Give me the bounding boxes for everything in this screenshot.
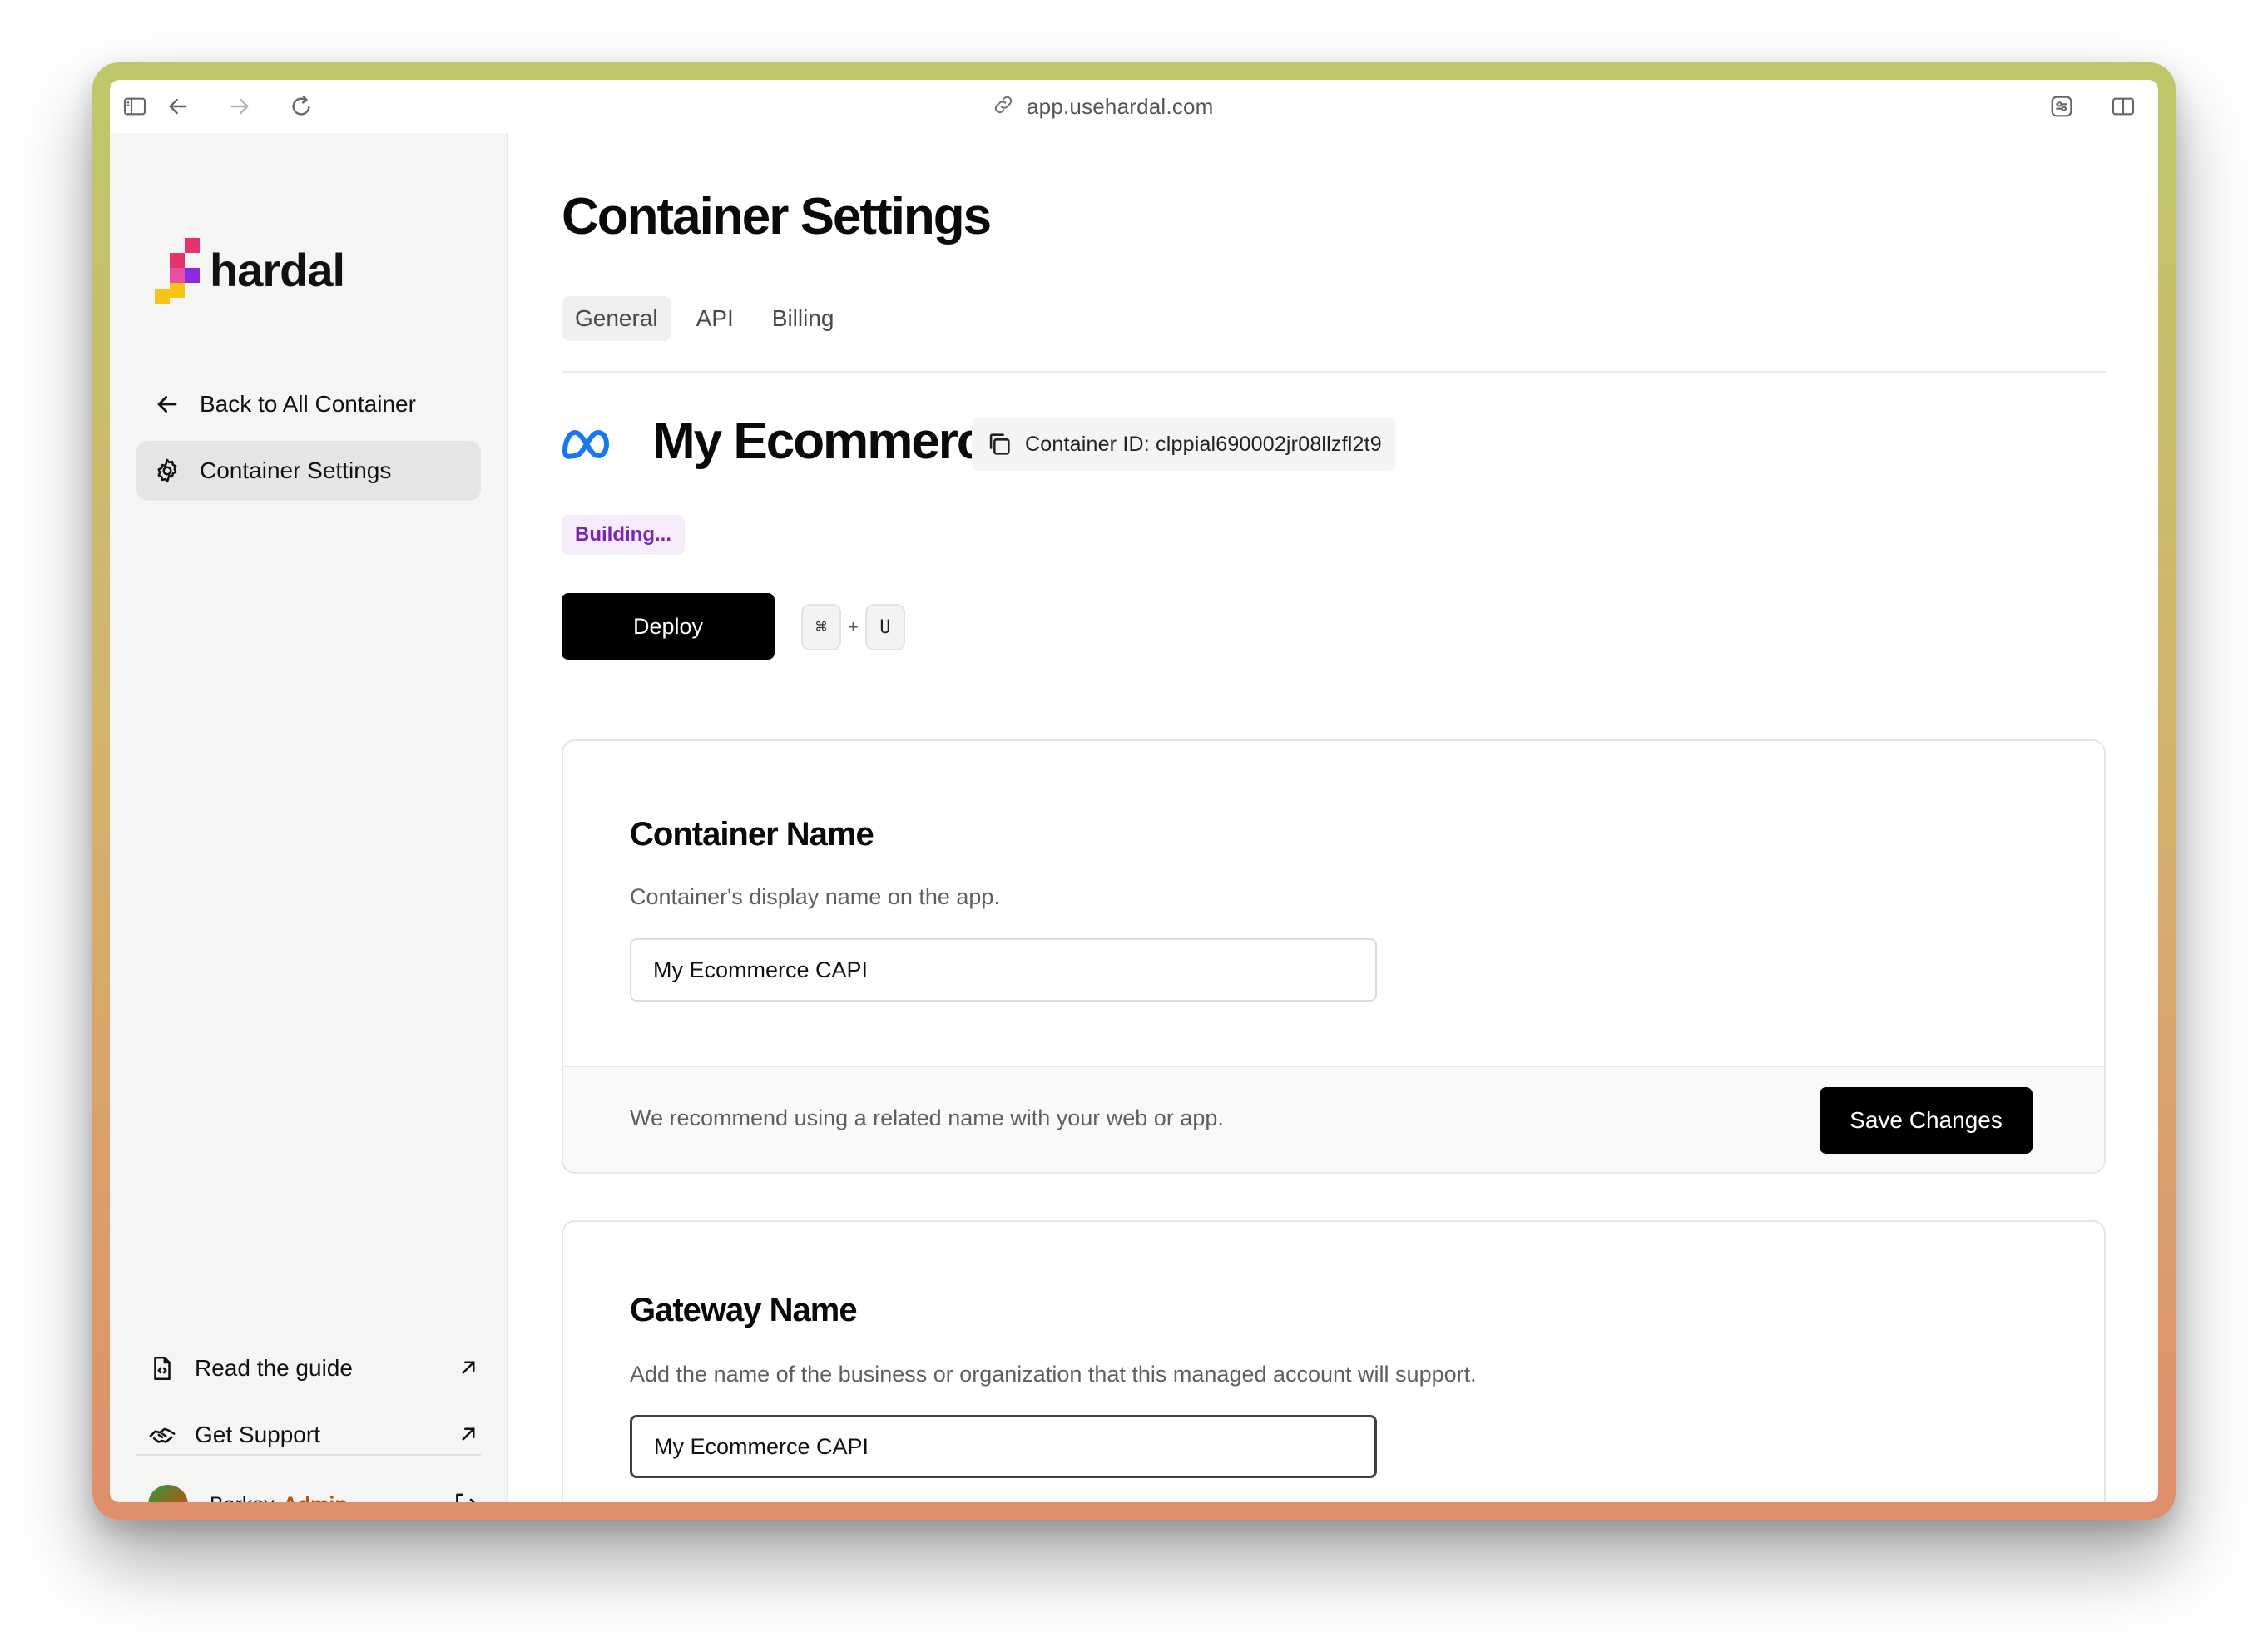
footer-link-label: Get Support [195,1422,320,1447]
logout-icon[interactable] [451,1490,481,1502]
screenshot-stage: app.usehardal.com hardal Back to All Con… [0,0,2268,1642]
external-link-icon [462,1427,475,1441]
hardal-logo-icon [148,238,200,304]
nav-label: Container Settings [200,457,392,483]
back-to-all-container-link[interactable]: Back to All Container [136,374,481,434]
brand-logo[interactable]: hardal [148,238,398,304]
container-id-chip[interactable]: Container ID: clppial690002jr08llzfl2t9 [972,418,1395,471]
save-changes-button[interactable]: Save Changes [1820,1087,2033,1154]
sidebar-item-container-settings[interactable]: Container Settings [136,441,481,501]
sidebar-toggle-icon[interactable] [121,93,148,120]
status-badge: Building... [562,515,685,555]
copy-icon [989,433,1010,455]
gear-icon [157,458,177,483]
back-arrow-icon[interactable] [165,93,191,120]
extensions-icon[interactable] [2048,93,2075,120]
sidebar-divider [136,1454,481,1456]
split-view-icon[interactable] [2110,93,2137,120]
address-bar[interactable]: app.usehardal.com [992,91,1214,121]
u-key: U [864,604,905,650]
external-link-icon [462,1361,475,1374]
footer-note: We recommend using a related name with y… [630,1105,1224,1130]
card-description: Add the name of the business or organiza… [630,1362,1477,1387]
get-support-link[interactable]: Get Support [148,1410,481,1460]
reload-icon[interactable] [288,93,314,120]
settings-tabs: General API Billing [562,296,847,341]
browser-toolbar: app.usehardal.com [110,80,2158,133]
gateway-name-card: Gateway Name Add the name of the busines… [562,1220,2106,1502]
tab-general[interactable]: General [562,296,671,341]
tab-billing[interactable]: Billing [759,296,848,341]
handshake-icon [149,1427,176,1443]
gateway-name-input[interactable] [630,1415,1377,1478]
tabs-divider [562,371,2106,373]
footer-link-label: Read the guide [195,1355,353,1381]
document-icon [154,1356,171,1381]
deploy-shortcut: ⌘ + U [801,604,905,650]
avatar [148,1485,188,1502]
sidebar: hardal Back to All Container Container S… [110,133,508,1502]
card-footer: We recommend using a related name with y… [563,1066,2104,1172]
read-the-guide-link[interactable]: Read the guide [148,1343,481,1393]
main-content: Container Settings General API Billing M… [510,133,2158,1502]
container-name-card: Container Name Container's display name … [562,739,2106,1174]
card-title: Gateway Name [630,1292,858,1328]
link-icon [992,93,1015,121]
tab-api[interactable]: API [683,296,747,341]
meta-infinity-icon [562,429,610,459]
deploy-button[interactable]: Deploy [562,593,775,660]
url-text: app.usehardal.com [1027,93,1214,119]
shortcut-plus: + [848,616,859,637]
user-role: Admin [283,1493,348,1503]
page-title: Container Settings [562,188,992,245]
container-id-text: Container ID: clppial690002jr08llzfl2t9 [1025,432,1382,456]
card-title: Container Name [630,816,874,853]
user-name: Berkay [210,1493,275,1503]
arrow-left-icon [157,396,177,413]
user-profile[interactable]: Berkay Admin [148,1481,481,1502]
brand-name: hardal [210,244,345,296]
command-key: ⌘ [801,604,841,650]
container-name-input[interactable] [630,938,1377,1002]
browser-window: app.usehardal.com hardal Back to All Con… [110,80,2158,1502]
nav-label: Back to All Container [200,391,416,417]
card-description: Container's display name on the app. [630,884,1000,909]
forward-arrow-icon[interactable] [226,93,253,120]
